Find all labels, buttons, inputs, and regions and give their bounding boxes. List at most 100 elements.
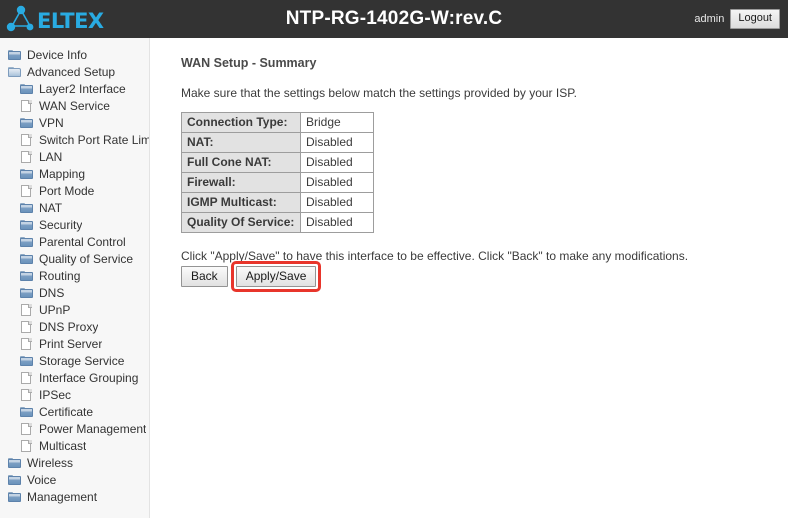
sidebar-item-label: Port Mode: [39, 183, 95, 198]
sidebar-item-certificate[interactable]: Certificate: [0, 403, 149, 420]
table-row: IGMP Multicast: Disabled: [181, 192, 374, 213]
sidebar-item-vpn[interactable]: VPN: [0, 114, 149, 131]
sidebar-item-mapping[interactable]: Mapping: [0, 165, 149, 182]
wan-summary-table: Connection Type: Bridge NAT: Disabled Full C…: [181, 112, 374, 233]
sidebar-item-label: Certificate: [39, 404, 94, 419]
current-user-label: admin: [694, 13, 725, 25]
sidebar-item-label: Multicast: [39, 438, 87, 453]
sidebar-item-wireless[interactable]: Wireless: [0, 454, 149, 471]
apply-save-highlight-wrap: Apply/Save: [230, 261, 322, 293]
folder-icon: [20, 236, 34, 248]
table-row: Full Cone NAT: Disabled: [181, 152, 374, 173]
sidebar-item-label: Storage Service: [39, 353, 125, 368]
sidebar-item-nat[interactable]: NAT: [0, 199, 149, 216]
molecule-icon: [6, 5, 34, 32]
sidebar-item-management[interactable]: Management: [0, 488, 149, 505]
summary-value-cell: Disabled: [300, 152, 374, 173]
back-button[interactable]: Back: [181, 266, 228, 288]
folder-icon: [20, 219, 34, 231]
folder-icon: [8, 457, 22, 469]
sidebar-item-label: IPSec: [39, 387, 72, 402]
brand-name: eltex: [37, 1, 104, 36]
sidebar-item-dns[interactable]: DNS: [0, 284, 149, 301]
sidebar-item-parental-control[interactable]: Parental Control: [0, 233, 149, 250]
page-icon: [20, 337, 34, 350]
sidebar-item-label: Wireless: [27, 455, 74, 470]
logout-button[interactable]: Logout: [730, 9, 780, 29]
page-body: Device Info Advanced Setup Layer2 Interfac…: [0, 38, 788, 518]
sidebar-item-label: Layer2 Interface: [39, 81, 126, 96]
page-icon: [20, 133, 34, 146]
sidebar-item-storage-service[interactable]: Storage Service: [0, 352, 149, 369]
folder-icon: [8, 474, 22, 486]
sidebar-item-print-server[interactable]: Print Server: [0, 335, 149, 352]
sidebar-item-wan-service[interactable]: WAN Service: [0, 97, 149, 114]
sidebar-item-label: WAN Service: [39, 98, 110, 113]
apply-save-button[interactable]: Apply/Save: [235, 266, 317, 288]
page-icon: [20, 371, 34, 384]
sidebar-item-label: UPnP: [39, 302, 71, 317]
sidebar-item-quality-of-service[interactable]: Quality of Service: [0, 250, 149, 267]
page-icon: [20, 388, 34, 401]
folder-icon: [20, 287, 34, 299]
sidebar-item-label: DNS Proxy: [39, 319, 99, 334]
page-icon: [20, 320, 34, 333]
folder-icon: [20, 117, 34, 129]
sidebar-navigation: Device Info Advanced Setup Layer2 Interfac…: [0, 38, 150, 518]
sidebar-item-layer2-interface[interactable]: Layer2 Interface: [0, 80, 149, 97]
page-icon: [20, 422, 34, 435]
action-instructions: Click "Apply/Save" to have this interfac…: [181, 249, 689, 263]
sidebar-item-dns-proxy[interactable]: DNS Proxy: [0, 318, 149, 335]
sidebar-item-multicast[interactable]: Multicast: [0, 437, 149, 454]
sidebar-item-label: DNS: [39, 285, 65, 300]
action-button-row: Back Apply/Save: [181, 261, 788, 293]
summary-value-cell: Disabled: [300, 192, 374, 213]
folder-icon: [20, 253, 34, 265]
summary-value-cell: Disabled: [300, 212, 374, 233]
summary-value-cell: Disabled: [300, 172, 374, 193]
header-actions: admin Logout: [694, 0, 780, 38]
page-icon: [20, 184, 34, 197]
folder-open-icon: [8, 66, 22, 78]
folder-icon: [8, 491, 22, 503]
sidebar-item-port-mode[interactable]: Port Mode: [0, 182, 149, 199]
summary-value-cell: Bridge: [300, 112, 374, 133]
sidebar-item-advanced-setup[interactable]: Advanced Setup: [0, 63, 149, 80]
sidebar-item-label: NAT: [39, 200, 63, 215]
sidebar-item-label: Routing: [39, 268, 81, 283]
sidebar-item-upnp[interactable]: UPnP: [0, 301, 149, 318]
sidebar-item-label: Mapping: [39, 166, 86, 181]
table-row: Firewall: Disabled: [181, 172, 374, 193]
sidebar-item-security[interactable]: Security: [0, 216, 149, 233]
intro-text: Make sure that the settings below match …: [181, 86, 577, 100]
sidebar-item-label: Print Server: [39, 336, 103, 351]
page-title: WAN Setup - Summary: [181, 56, 317, 70]
main-content: WAN Setup - Summary Make sure that the s…: [150, 38, 788, 518]
summary-label-cell: IGMP Multicast:: [181, 192, 301, 213]
sidebar-item-routing[interactable]: Routing: [0, 267, 149, 284]
folder-icon: [20, 270, 34, 282]
sidebar-item-label: Device Info: [27, 47, 88, 62]
sidebar-item-power-management[interactable]: Power Management: [0, 420, 149, 437]
sidebar-item-switch-port-rate-limiting[interactable]: Switch Port Rate Limiting: [0, 131, 149, 148]
sidebar-item-voice[interactable]: Voice: [0, 471, 149, 488]
sidebar-item-label: Power Management: [39, 421, 147, 436]
sidebar-item-label: Quality of Service: [39, 251, 134, 266]
sidebar-item-ipsec[interactable]: IPSec: [0, 386, 149, 403]
summary-label-cell: Quality Of Service:: [181, 212, 301, 233]
sidebar-item-label: Voice: [27, 472, 57, 487]
summary-label-cell: Full Cone NAT:: [181, 152, 301, 173]
sidebar-item-lan[interactable]: LAN: [0, 148, 149, 165]
table-row: NAT: Disabled: [181, 132, 374, 153]
sidebar-item-label: Management: [27, 489, 98, 504]
sidebar-item-label: Interface Grouping: [39, 370, 139, 385]
folder-icon: [20, 355, 34, 367]
sidebar-item-device-info[interactable]: Device Info: [0, 46, 149, 63]
page-icon: [20, 150, 34, 163]
page-icon: [20, 99, 34, 112]
sidebar-item-label: LAN: [39, 149, 63, 164]
summary-label-cell: Firewall:: [181, 172, 301, 193]
folder-icon: [20, 83, 34, 95]
sidebar-item-interface-grouping[interactable]: Interface Grouping: [0, 369, 149, 386]
page-icon: [20, 439, 34, 452]
